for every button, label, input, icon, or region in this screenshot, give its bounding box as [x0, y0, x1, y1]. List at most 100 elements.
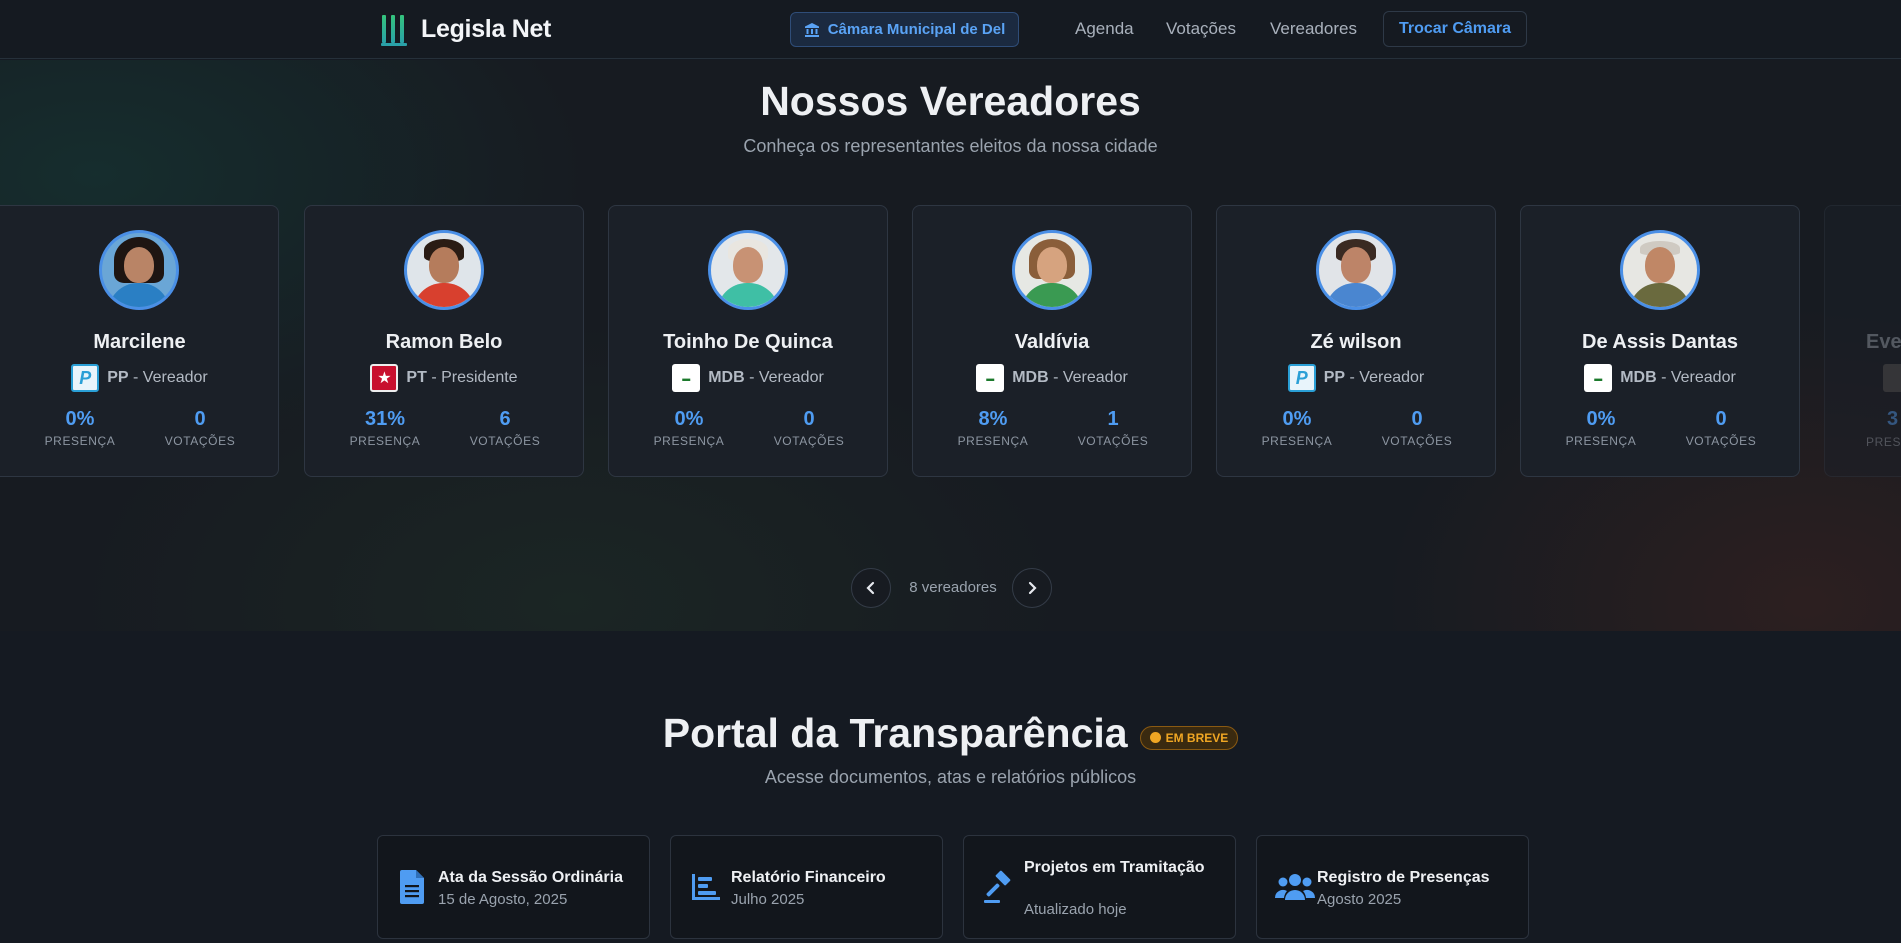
councilor-role: P PP - Vereador	[0, 364, 278, 392]
votes-value: 6	[499, 408, 511, 430]
carousel-count: 8 vereadores	[909, 579, 997, 596]
users-icon	[1275, 874, 1315, 900]
party-abbr: MDB	[1012, 369, 1049, 386]
columns-logo-icon	[381, 15, 407, 46]
nav-link-votacoes[interactable]: Votações	[1166, 19, 1236, 39]
chevron-left-icon	[866, 581, 875, 595]
building-icon	[804, 22, 819, 37]
votes-value: 0	[1715, 408, 1727, 430]
party-pp-logo-icon: P	[1287, 364, 1316, 392]
party-abbr: MDB	[1620, 369, 1657, 386]
badge-label: EM BREVE	[1165, 730, 1229, 745]
presence-value: 3	[1887, 408, 1899, 430]
nav-link-vereadores[interactable]: Vereadores	[1270, 19, 1357, 39]
carousel-prev-button[interactable]	[851, 568, 891, 608]
party-pt-star-icon: ★	[370, 364, 399, 392]
votes-value: 0	[803, 408, 815, 430]
item-title: Relatório Financeiro	[731, 869, 886, 886]
top-navbar: Legisla Net Câmara Municipal de Del Agen…	[0, 0, 1901, 59]
transparency-item[interactable]: Relatório Financeiro Julho 2025	[670, 835, 943, 939]
party-abbr: PT	[406, 369, 427, 386]
councilor-role: ▬ MDB - Vereador	[1521, 364, 1799, 392]
role-title: - Presidente	[431, 369, 518, 386]
votes-stat: 0 VOTAÇÕES	[749, 408, 869, 448]
brand[interactable]: Legisla Net	[381, 13, 552, 46]
councilor-name: Zé wilson	[1310, 331, 1402, 353]
transparency-item[interactable]: Ata da Sessão Ordinária 15 de Agosto, 20…	[377, 835, 650, 939]
avatar	[1620, 230, 1700, 310]
item-subtitle: Julho 2025	[731, 891, 805, 908]
presence-value: 0%	[1282, 408, 1312, 430]
avatar	[708, 230, 788, 310]
councilor-card[interactable]: Zé wilson P PP - Vereador 0% PRESENÇA 0 …	[1216, 205, 1496, 477]
party-abbr: MDB	[708, 369, 745, 386]
section-subtitle: Conheça os representantes eleitos da nos…	[743, 136, 1158, 156]
votes-stat: 6 VOTAÇÕES	[445, 408, 565, 448]
councilor-card[interactable]: Valdívia ▬ MDB - Vereador 8% PRESENÇA 1 …	[912, 205, 1192, 477]
votes-label: VOTAÇÕES	[773, 434, 845, 448]
votes-value: 1	[1107, 408, 1119, 430]
votes-label: VOTAÇÕES	[1685, 434, 1757, 448]
presence-stat: 31% PRESENÇA	[325, 408, 445, 448]
presence-stat: 0% PRESENÇA	[20, 408, 140, 448]
votes-stat: 0 VOTAÇÕES	[1357, 408, 1477, 448]
councilor-card[interactable]: De Assis Dantas ▬ MDB - Vereador 0% PRES…	[1520, 205, 1800, 477]
presence-label: PRES	[1866, 435, 1901, 449]
presence-value: 0%	[674, 408, 704, 430]
avatar	[1316, 230, 1396, 310]
party-mdb-logo-icon: ▬	[672, 364, 701, 392]
votes-value: 0	[194, 408, 206, 430]
party-abbr: PP	[1323, 369, 1346, 386]
councilor-role: ▬ MDB - Vereador	[913, 364, 1191, 392]
votes-label: VOTAÇÕES	[1381, 434, 1453, 448]
transparency-subtitle: Acesse documentos, atas e relatórios púb…	[764, 767, 1137, 787]
party-mdb-logo-icon: ▬	[976, 364, 1005, 392]
item-title: Registro de Presenças	[1317, 869, 1490, 886]
transparency-item[interactable]: Projetos em Tramitação Atualizado hoje	[963, 835, 1236, 939]
role-title: - Vereador	[1349, 369, 1425, 386]
avatar	[1012, 230, 1092, 310]
role-title: - Vereador	[1053, 369, 1128, 386]
councilor-name: Marcilene	[93, 331, 186, 353]
section-title: Nossos Vereadores	[760, 78, 1141, 124]
role-title: - Vereador	[1661, 369, 1736, 386]
councilor-name: Eve	[1866, 331, 1901, 353]
presence-label: PRESENÇA	[653, 434, 725, 448]
transparency-title: Portal da Transparência	[662, 710, 1128, 756]
transparency-item[interactable]: Registro de Presenças Agosto 2025	[1256, 835, 1529, 939]
chamber-selector[interactable]: Câmara Municipal de Del	[790, 12, 1019, 47]
party-mdb-logo-icon: ▬	[1584, 364, 1613, 392]
votes-value: 0	[1411, 408, 1423, 430]
avatar	[404, 230, 484, 310]
presence-label: PRESENÇA	[1261, 434, 1333, 448]
presence-stat: 0% PRESENÇA	[1237, 408, 1357, 448]
presence-value: 31%	[364, 408, 406, 430]
councilor-card[interactable]: Marcilene P PP - Vereador 0% PRESENÇA 0 …	[0, 205, 279, 477]
presence-label: PRESENÇA	[349, 434, 421, 448]
councilors-section: Nossos Vereadores Conheça os representan…	[0, 60, 1901, 631]
switch-chamber-button[interactable]: Trocar Câmara	[1383, 11, 1527, 47]
presence-stat: 0% PRESENÇA	[1541, 408, 1661, 448]
councilor-name: Valdívia	[1014, 331, 1090, 353]
party-abbr: PP	[107, 369, 129, 386]
avatar	[99, 230, 179, 310]
councilor-name: De Assis Dantas	[1582, 331, 1738, 353]
councilor-card[interactable]: Ramon Belo ★ PT - Presidente 31% PRESENÇ…	[304, 205, 584, 477]
chevron-right-icon	[1028, 581, 1037, 595]
votes-label: VOTAÇÕES	[1077, 434, 1149, 448]
councilor-role: P PP - Vereador	[1217, 364, 1495, 392]
presence-value: 0%	[65, 408, 95, 430]
councilor-card[interactable]: Toinho De Quinca ▬ MDB - Vereador 0% PRE…	[608, 205, 888, 477]
nav-link-agenda[interactable]: Agenda	[1075, 19, 1134, 39]
role-title: - Vereador	[133, 369, 208, 386]
carousel-next-button[interactable]	[1012, 568, 1052, 608]
councilor-card-partial[interactable]: Eve 3 PRES	[1824, 205, 1901, 477]
bar-chart-icon	[692, 874, 720, 900]
document-icon	[400, 870, 424, 904]
brand-name: Legisla Net	[421, 14, 552, 43]
votes-stat: 0 VOTAÇÕES	[140, 408, 260, 448]
item-title: Ata da Sessão Ordinária	[438, 869, 623, 886]
presence-value: 0%	[1586, 408, 1616, 430]
party-logo-icon	[1883, 364, 1901, 392]
votes-stat: 0 VOTAÇÕES	[1661, 408, 1781, 448]
